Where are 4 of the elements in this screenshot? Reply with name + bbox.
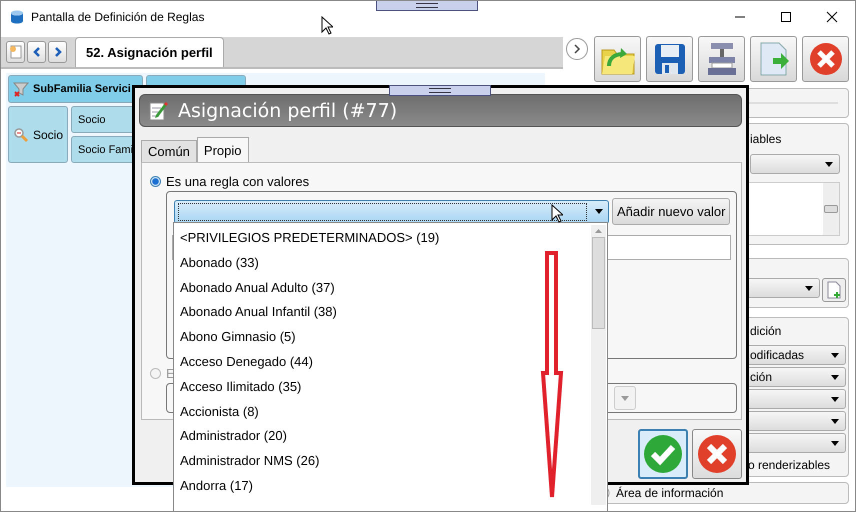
dialog-title: Asignación perfil (#77) [178,100,398,122]
group-label: dición [750,324,782,338]
group-label: iables [750,132,782,146]
window-title: Pantalla de Definición de Reglas [31,10,204,24]
